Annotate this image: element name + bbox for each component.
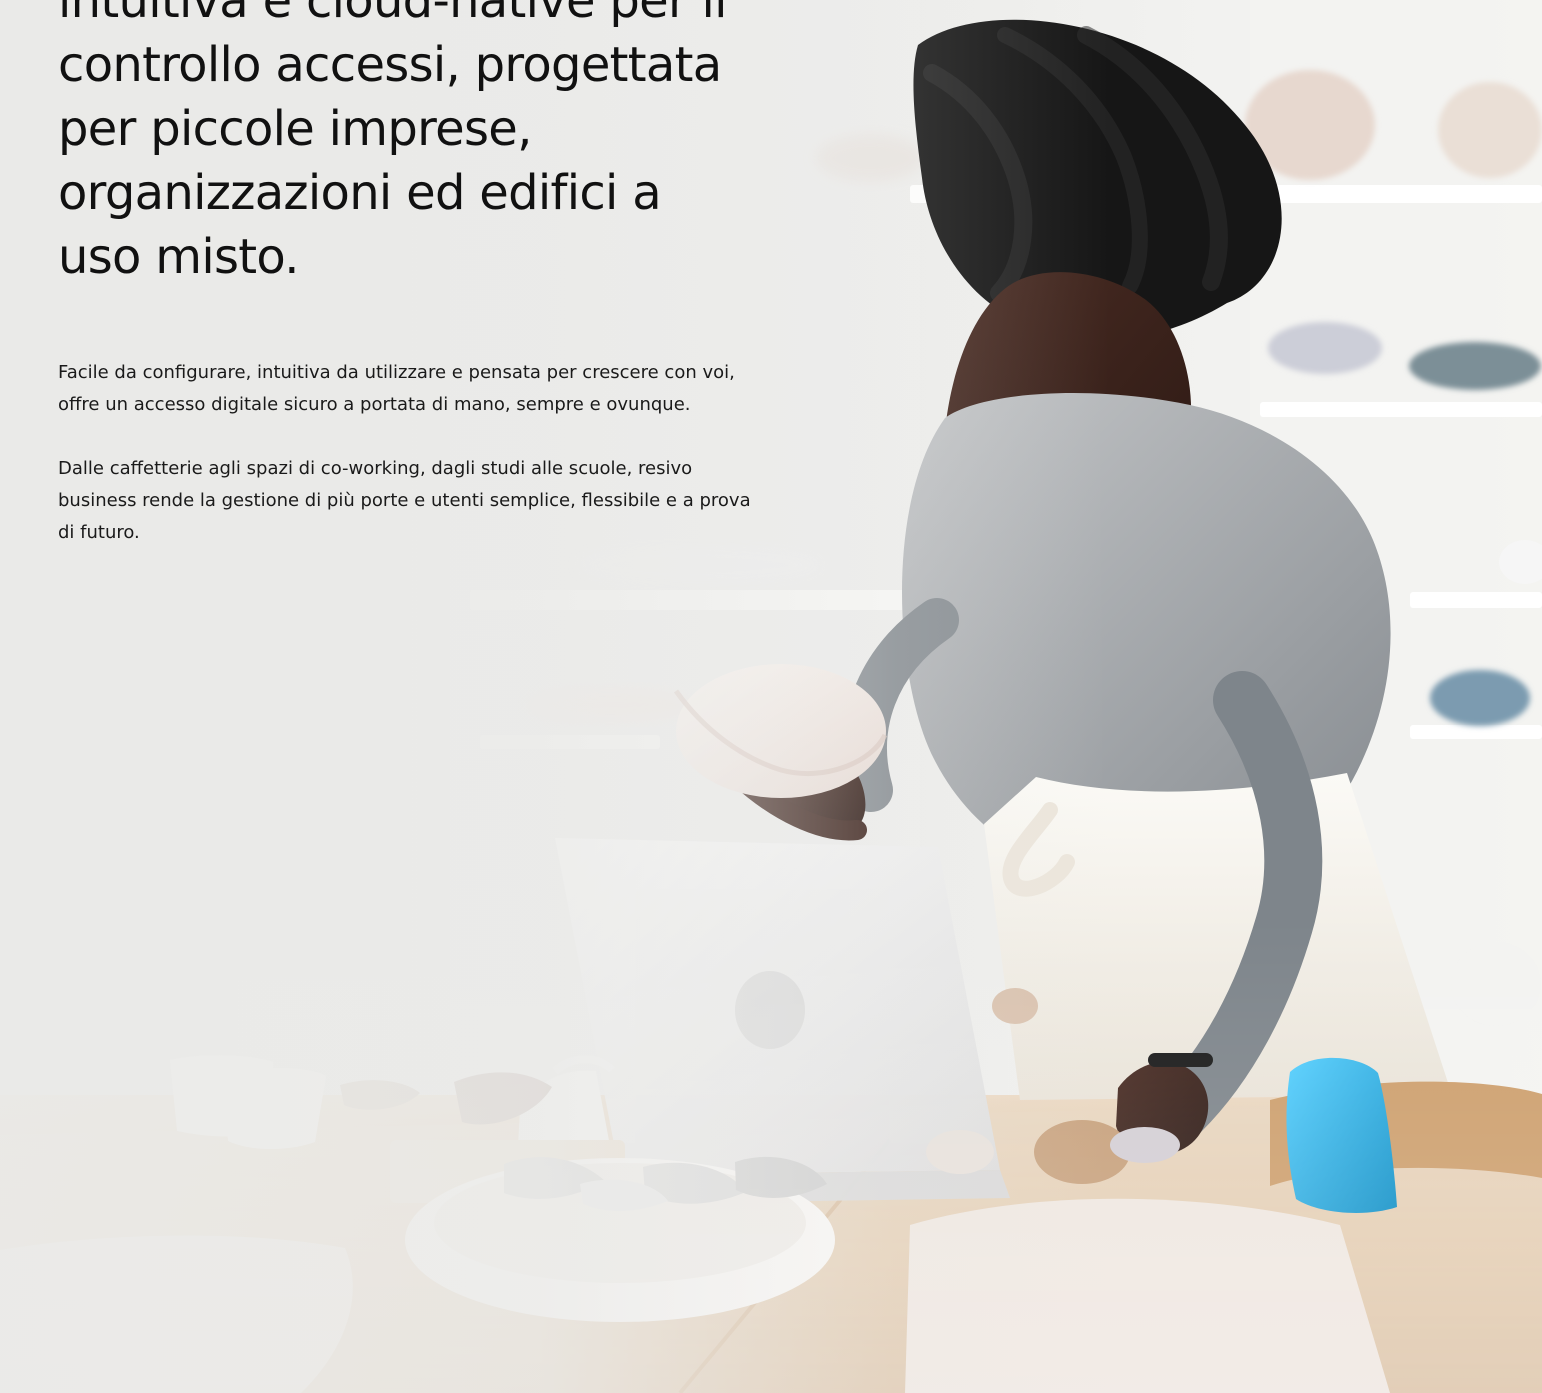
hero-headline-line: uso misto.	[58, 229, 299, 285]
hero-headline-line: per piccole imprese,	[58, 101, 532, 157]
hero-headline-line: intuitiva e cloud-native per il	[58, 0, 728, 29]
hero-body-copy: Facile da configurare, intuitiva da util…	[58, 357, 758, 549]
hero-headline-line: organizzazioni ed edifici a	[58, 165, 662, 221]
hero-headline-line: controllo accessi, progettata	[58, 37, 722, 93]
hero-headline: intuitiva e cloud-native per il controll…	[58, 0, 778, 289]
hero-paragraph: Dalle caffetterie agli spazi di co-worki…	[58, 458, 751, 543]
hero-paragraph: Facile da configurare, intuitiva da util…	[58, 362, 735, 415]
hero-copy: intuitiva e cloud-native per il controll…	[58, 0, 778, 549]
hero-section: intuitiva e cloud-native per il controll…	[0, 0, 1542, 1393]
